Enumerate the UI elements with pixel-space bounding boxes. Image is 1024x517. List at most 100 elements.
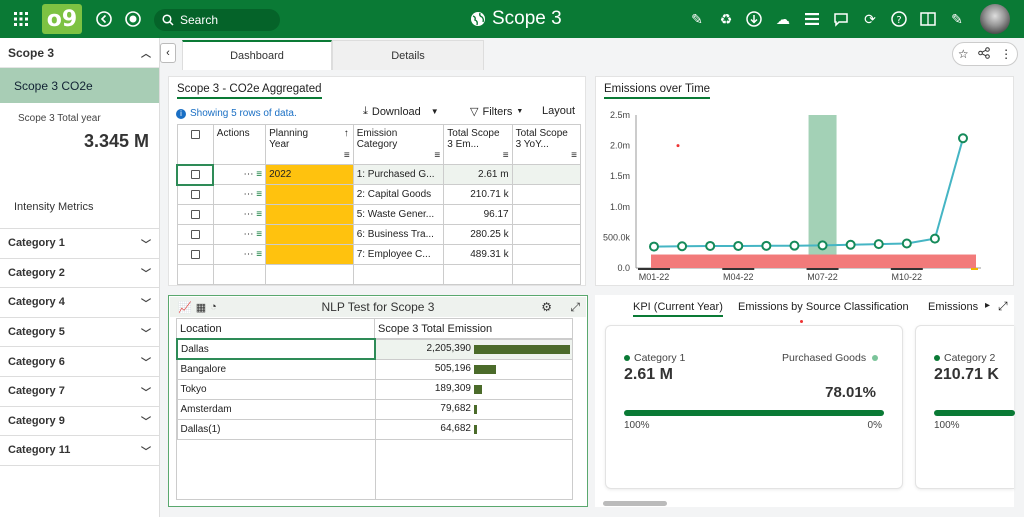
pie-chart-icon[interactable]: ◔ <box>210 301 217 314</box>
filters-button[interactable]: ▽ Filters ▼ <box>470 105 523 119</box>
sidebar-item-category[interactable]: Category 2 ﹀ <box>0 259 159 289</box>
table-row[interactable]: Dallas 2,205,390 <box>176 338 573 360</box>
sidebar-item-intensity-metrics[interactable]: Intensity Metrics <box>0 185 159 229</box>
tab-scroll-right-icon[interactable]: ▸ <box>985 300 990 311</box>
row-actions[interactable]: ⋯ ≡ <box>212 244 267 265</box>
layout-button[interactable]: Layout <box>542 105 575 117</box>
emissions-line-chart[interactable]: 2.5m 2.0m 1.5m 1.0m 500.0k 0.0 M01-22 M04-22 M07… <box>596 103 1013 285</box>
help-icon[interactable]: ? <box>890 10 908 28</box>
col-total-emission[interactable]: Total Scope 3 Em... ≡ <box>443 124 513 165</box>
sidebar-item-category[interactable]: Category 6 ﹀ <box>0 347 159 377</box>
row-actions[interactable]: ⋯ ≡ <box>212 184 267 205</box>
kpi-card-category-2[interactable]: Category 2 210.71 K 100% <box>915 325 1015 489</box>
back-circle-icon[interactable] <box>95 10 113 28</box>
col-actions: Actions <box>212 124 267 165</box>
sidebar-item-category[interactable]: Category 11 ﹀ <box>0 436 159 466</box>
wrench-icon[interactable]: ✎ <box>688 10 706 28</box>
row-checkbox[interactable] <box>175 163 215 186</box>
record-circle-icon[interactable] <box>124 10 142 28</box>
cell-location[interactable]: Tokyo <box>176 378 376 400</box>
cell-year[interactable] <box>265 184 354 205</box>
data-point <box>901 238 912 249</box>
table-row[interactable]: ⋯ ≡ 5: Waste Gener... 96.17 <box>176 204 582 225</box>
settings-gear-icon[interactable]: ⚙ <box>541 300 552 314</box>
x-tick-label: M07-22 <box>807 272 838 282</box>
line-chart-icon[interactable]: 📈 <box>178 301 192 314</box>
row-actions[interactable]: ⋯ ≡ <box>212 224 267 245</box>
select-all-checkbox[interactable] <box>176 124 214 165</box>
row-checkbox[interactable] <box>176 224 214 245</box>
edit-icon[interactable]: ✎ <box>948 10 966 28</box>
chat-bubble-icon[interactable] <box>832 10 850 28</box>
table-row[interactable]: Amsterdam 79,682 <box>176 398 573 420</box>
sidebar-item-category[interactable]: Category 7 ﹀ <box>0 377 159 407</box>
sidebar-item-scope3-co2e[interactable]: Scope 3 CO2e <box>0 68 159 103</box>
data-point <box>733 240 744 251</box>
row-actions[interactable]: ⋯ ≡ <box>212 164 267 185</box>
chevron-down-icon: ﹀ <box>141 328 151 340</box>
download-circle-icon[interactable] <box>745 10 763 28</box>
kpi-card-category-1[interactable]: Category 1 2.61 M Purchased Goods 78.01%… <box>605 325 903 489</box>
apps-grid-icon[interactable] <box>12 10 30 28</box>
refresh-icon[interactable]: ⟳ <box>861 10 879 28</box>
table-row[interactable]: ⋯ ≡ 7: Employee C... 489.31 k <box>176 244 582 265</box>
tab-emissions-by-source[interactable]: Emissions by Source Classification <box>738 301 909 313</box>
chevron-up-icon[interactable]: ︿ <box>141 45 151 60</box>
download-button[interactable]: ⤓ Download ▼ <box>363 105 439 118</box>
cell-location[interactable]: Amsterdam <box>176 398 376 420</box>
cloud-upload-icon[interactable]: ☁ <box>774 10 792 28</box>
collapse-sidebar-button[interactable]: ‹ <box>160 43 176 63</box>
sidebar-item-category[interactable]: Category 1 ﹀ <box>0 229 159 259</box>
row-checkbox[interactable] <box>176 244 214 265</box>
table-row[interactable]: Dallas(1) 64,682 <box>176 418 573 440</box>
table-row[interactable]: ⋯ ≡ 2: Capital Goods 210.71 k <box>176 184 582 205</box>
table-row[interactable]: ⋯ ≡ 6: Business Tra... 280.25 k <box>176 224 582 245</box>
sidebar-item-category[interactable]: Category 5 ﹀ <box>0 318 159 348</box>
cell-category: 2: Capital Goods <box>352 184 445 205</box>
row-checkbox[interactable] <box>176 184 214 205</box>
list-icon[interactable] <box>803 10 821 28</box>
y-tick-label: 1.5m <box>610 171 630 181</box>
col-emission-category[interactable]: Emission Category ≡ <box>352 124 445 165</box>
cell-location[interactable]: Bangalore <box>176 358 376 380</box>
tab-kpi-current-year[interactable]: KPI (Current Year) <box>633 301 723 317</box>
expand-icon[interactable]: ⤢ <box>998 299 1008 314</box>
table-row[interactable]: Bangalore 505,196 <box>176 358 573 380</box>
more-vertical-icon[interactable]: ⋮ <box>1000 47 1012 61</box>
share-icon[interactable] <box>978 46 991 62</box>
expand-icon[interactable]: ⤢ <box>570 300 580 315</box>
chevron-down-icon: ﹀ <box>141 387 151 399</box>
table-row[interactable]: ⋯ ≡ 2022 1: Purchased G... 2.61 m <box>175 163 582 186</box>
sidebar-header[interactable]: Scope 3 ︿ <box>0 38 159 68</box>
o9-logo[interactable]: o9 <box>42 4 82 34</box>
tab-dashboard[interactable]: Dashboard <box>182 40 332 70</box>
avatar[interactable] <box>980 4 1010 34</box>
cell-year[interactable]: 2022 <box>265 164 354 185</box>
info-label: Showing 5 rows of data. <box>190 108 297 119</box>
recycle-icon[interactable]: ♻ <box>717 10 735 28</box>
row-actions[interactable]: ⋯ ≡ <box>212 204 267 225</box>
sidebar-item-category[interactable]: Category 4 ﹀ <box>0 288 159 318</box>
cell-year[interactable] <box>265 224 354 245</box>
col-total-emission[interactable]: Scope 3 Total Emission <box>374 318 573 339</box>
cell-total: 96.17 <box>443 204 513 225</box>
y-tick-label: 1.0m <box>610 202 630 212</box>
cell-year[interactable] <box>265 204 354 225</box>
table-icon[interactable]: ▦ <box>196 301 206 314</box>
tab-details[interactable]: Details <box>332 40 484 70</box>
table-row[interactable]: Tokyo 189,309 <box>176 378 573 400</box>
cell-location[interactable]: Dallas(1) <box>176 418 376 440</box>
tab-emissions[interactable]: Emissions <box>928 301 978 313</box>
star-icon[interactable]: ☆ <box>958 47 969 61</box>
col-location[interactable]: Location <box>176 318 375 339</box>
search-input[interactable]: Search <box>154 9 280 31</box>
cell-year[interactable] <box>265 244 354 265</box>
col-planning-year[interactable]: Planning ↑ Year ≡ <box>265 124 354 165</box>
book-icon[interactable] <box>919 10 937 28</box>
sidebar-item-category[interactable]: Category 9 ﹀ <box>0 407 159 437</box>
row-checkbox[interactable] <box>176 204 214 225</box>
col-total-yoy[interactable]: Total Scope 3 YoY... ≡ <box>511 124 582 165</box>
horizontal-scrollbar[interactable] <box>603 501 667 506</box>
cell-location[interactable]: Dallas <box>176 338 376 360</box>
kpi-panel: KPI (Current Year) Emissions by Source C… <box>595 295 1015 507</box>
